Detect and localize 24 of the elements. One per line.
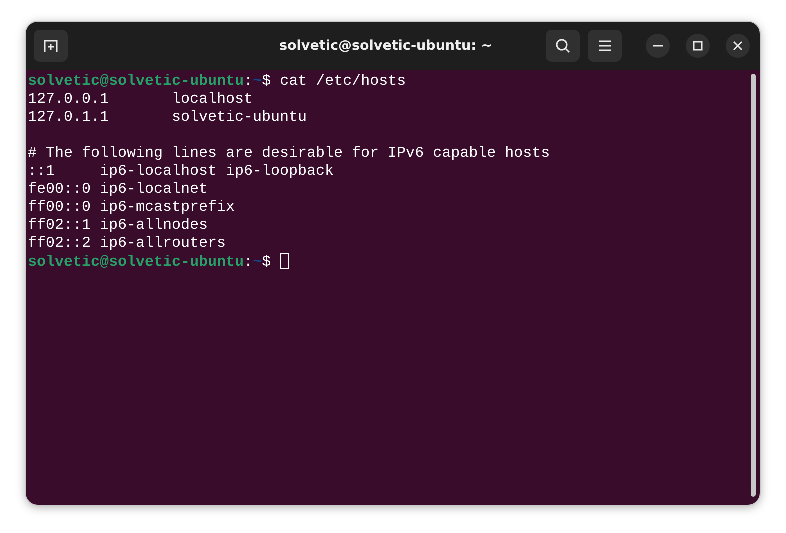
output-line: 127.0.0.1 localhost [28, 91, 254, 109]
output-line: # The following lines are desirable for IPv6 capable hosts [28, 145, 550, 163]
output-line: 127.0.1.1 solvetic-ubuntu [28, 109, 308, 127]
scrollbar[interactable] [751, 74, 756, 497]
output-line: ff00::0 ip6-mcastprefix [28, 199, 236, 217]
prompt-line: solvetic@solvetic-ubuntu:~$ [28, 253, 290, 271]
maximize-button[interactable] [686, 34, 710, 58]
output-line: fe00::0 ip6-localnet [28, 181, 208, 199]
new-tab-button[interactable] [34, 30, 68, 62]
close-button[interactable] [726, 34, 750, 58]
search-icon [555, 38, 571, 54]
output-line: ff02::1 ip6-allnodes [28, 217, 208, 235]
output-line: ff02::2 ip6-allrouters [28, 235, 226, 253]
minimize-icon [653, 45, 663, 47]
prompt-line: solvetic@solvetic-ubuntu:~$ cat /etc/hosts [28, 73, 406, 91]
output-line: ::1 ip6-localhost ip6-loopback [28, 163, 334, 181]
menu-icon [598, 40, 612, 52]
close-icon [733, 41, 743, 51]
window-title: solvetic@solvetic-ubuntu: ~ [278, 38, 494, 54]
search-button[interactable] [546, 30, 580, 62]
new-tab-icon [43, 38, 59, 54]
minimize-button[interactable] [646, 34, 670, 58]
menu-button[interactable] [588, 30, 622, 62]
maximize-icon [693, 41, 703, 51]
